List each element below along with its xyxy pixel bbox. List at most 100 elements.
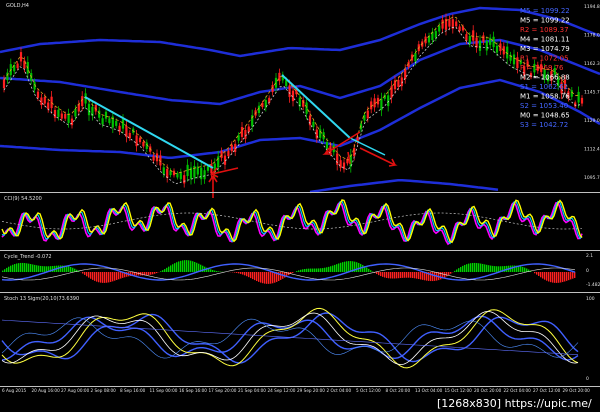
- histogram-bar: [170, 265, 172, 272]
- pivot-level-label: M0 = 1048.65: [520, 112, 570, 120]
- histogram-bar: [408, 272, 410, 278]
- histogram-bar: [454, 270, 456, 272]
- histogram-bar: [494, 266, 496, 272]
- price-axis-label: 1112.40: [584, 147, 600, 153]
- histogram-bar: [120, 272, 122, 279]
- candle-body: [339, 160, 342, 168]
- candle-body: [387, 95, 390, 107]
- histogram-bar: [292, 272, 294, 273]
- histogram-bar: [172, 264, 174, 272]
- histogram-bar: [382, 272, 384, 277]
- pivot-level-label: M3 = 1074.79: [520, 45, 570, 53]
- price-axis-label: 1129.05: [584, 118, 600, 124]
- histogram-bar: [490, 265, 492, 272]
- histogram-bar: [334, 264, 336, 272]
- histogram-bar: [36, 265, 38, 272]
- histogram-bar: [180, 260, 182, 272]
- histogram-bar: [104, 272, 106, 283]
- histogram-bar: [306, 268, 308, 272]
- histogram-bar: [16, 263, 18, 272]
- candle-body: [138, 137, 142, 143]
- histogram-bar: [250, 272, 252, 279]
- pivot-level-label: M5 = 1099.22: [520, 7, 570, 15]
- pivot-level-label: S1 = 1062.61: [520, 83, 568, 91]
- pivot-level-label: M4 = 1081.11: [520, 36, 570, 44]
- histogram-bar: [242, 272, 244, 275]
- histogram-bar: [340, 262, 342, 272]
- histogram-bar: [44, 266, 46, 272]
- histogram-bar: [474, 262, 476, 272]
- candle-body: [485, 40, 488, 51]
- histogram-bar: [356, 262, 358, 272]
- histogram-bar: [240, 272, 242, 274]
- candle-body: [366, 110, 369, 119]
- histogram-bar: [358, 262, 360, 272]
- histogram-bar: [512, 265, 514, 272]
- candle-body: [142, 141, 145, 147]
- price-axis-label: 1194.80: [584, 4, 600, 10]
- histogram-bar: [268, 272, 270, 284]
- candle-body: [580, 97, 584, 104]
- indicator1-title: CCI(9) 54.5200: [4, 196, 42, 202]
- histogram-bar: [212, 269, 214, 272]
- candle-body: [220, 150, 223, 158]
- candle-body: [104, 111, 108, 119]
- candle-body: [465, 34, 468, 41]
- histogram-bar: [100, 272, 102, 283]
- histogram-bar: [150, 272, 152, 275]
- histogram-bar: [402, 272, 404, 278]
- histogram-bar: [146, 272, 148, 276]
- candle-body: [53, 109, 57, 118]
- histogram-bar: [320, 268, 322, 272]
- histogram-bar: [216, 271, 218, 272]
- candle-body: [101, 118, 104, 125]
- histogram-bar: [38, 265, 40, 272]
- histogram-bar: [470, 263, 472, 272]
- candle-body: [152, 155, 155, 161]
- histogram-bar: [554, 272, 556, 283]
- histogram-bar: [26, 263, 28, 272]
- histogram-bar: [96, 272, 98, 282]
- histogram-bar: [12, 264, 14, 272]
- candle-body: [47, 102, 50, 110]
- candle-body: [461, 26, 465, 31]
- price-axis-label: 1178.00: [584, 33, 600, 39]
- histogram-bar: [458, 268, 460, 272]
- histogram-bar: [2, 270, 4, 272]
- histogram-bar: [34, 264, 36, 272]
- pivot-level-label: R2 = 1089.37: [520, 26, 569, 34]
- candle-body: [468, 35, 471, 44]
- time-axis-label: 20 Aug 16:00: [32, 388, 61, 393]
- candle-body: [43, 96, 46, 104]
- candle-body: [87, 103, 91, 116]
- candle-body: [482, 35, 485, 42]
- histogram-bar: [362, 264, 364, 272]
- histogram-bar: [6, 267, 8, 272]
- histogram-bar: [542, 272, 544, 279]
- candle-body: [196, 166, 199, 175]
- histogram-bar: [164, 269, 166, 272]
- histogram-bar: [298, 270, 300, 272]
- histogram-bar: [476, 263, 478, 272]
- histogram-bar: [568, 272, 570, 281]
- histogram-bar: [162, 270, 164, 272]
- histogram-bar: [392, 272, 394, 279]
- candle-body: [448, 19, 451, 27]
- price-axis-label: 1162.35: [584, 61, 600, 67]
- time-axis-label: 17 Sep 20:00: [209, 388, 237, 393]
- pivot-level-label: M2 = 1066.88: [520, 74, 570, 82]
- histogram-bar: [300, 269, 302, 272]
- histogram-bar: [546, 272, 548, 281]
- indicator2-axis-label: 2.1: [586, 253, 593, 259]
- candle-body: [74, 109, 77, 117]
- histogram-bar: [244, 272, 246, 276]
- histogram-bar: [8, 266, 10, 272]
- histogram-bar: [10, 265, 12, 272]
- histogram-bar: [522, 266, 524, 272]
- histogram-bar: [40, 265, 42, 272]
- histogram-bar: [82, 272, 84, 274]
- trading-chart[interactable]: GOLD,H4 M5 = 1099.22M5 = 1099.22R2 = 108…: [0, 0, 600, 412]
- histogram-bar: [534, 272, 536, 274]
- histogram-bar: [238, 272, 240, 274]
- histogram-bar: [108, 272, 110, 283]
